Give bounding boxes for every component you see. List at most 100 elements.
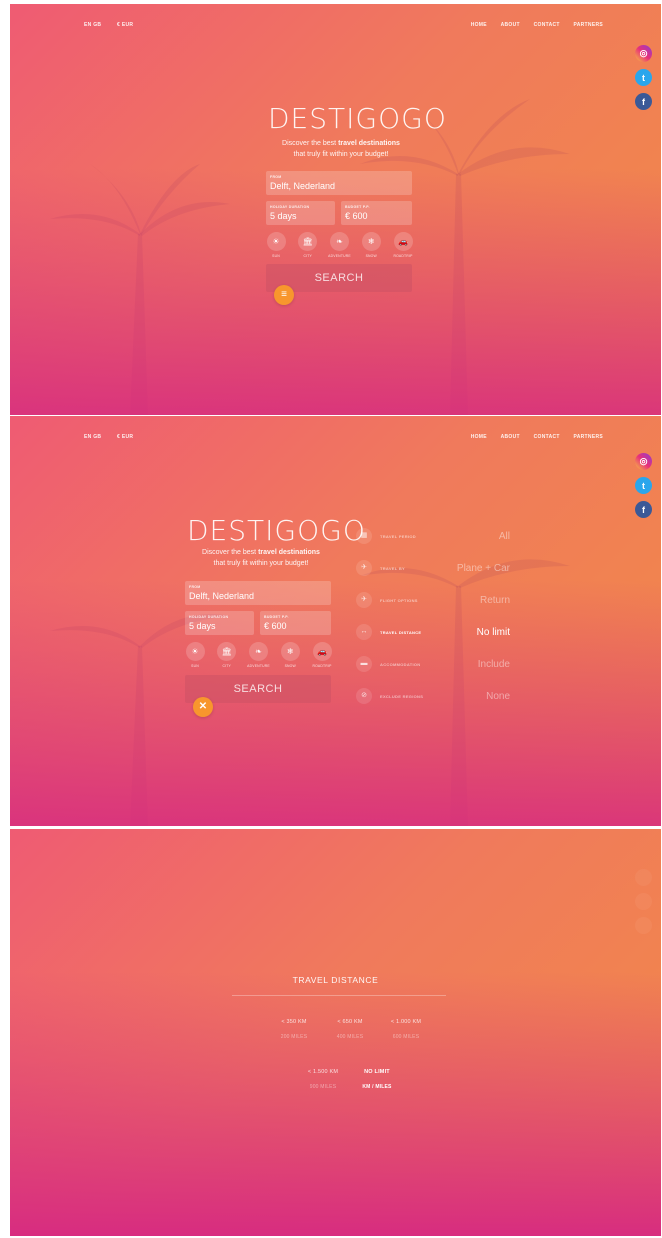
- nav-about[interactable]: ABOUT: [501, 434, 520, 440]
- plane-icon: ✈: [356, 560, 372, 576]
- category-roadtrip[interactable]: 🚗 ROADTRIP: [308, 642, 336, 668]
- distance-option[interactable]: < 350 KM 200 MILES: [264, 1019, 324, 1040]
- category-sun[interactable]: ☀ SUN: [262, 232, 290, 258]
- duration-value: 5 days: [189, 621, 216, 631]
- filter-options: ▦ TRAVEL PERIOD All ✈ TRAVEL BY Plane + …: [356, 524, 510, 716]
- option-value: No limit: [476, 627, 510, 638]
- nav-about[interactable]: ABOUT: [501, 22, 520, 28]
- category-snow[interactable]: ❄ SNOW: [276, 642, 304, 668]
- category-list: ☀ SUN 🏛 CITY ❧ ADVENTURE ❄ SNOW 🚗 ROADTRIP: [262, 232, 417, 258]
- twitter-icon[interactable]: t: [635, 477, 652, 494]
- duration-field[interactable]: HOLIDAY DURATION 5 days: [185, 611, 254, 635]
- option-value: Plane + Car: [456, 563, 510, 574]
- distance-option[interactable]: < 1.500 KM 900 MILES: [293, 1069, 353, 1090]
- category-list: ☀ SUN 🏛 CITY ❧ ADVENTURE ❄ SNOW 🚗 ROADTRIP: [181, 642, 336, 668]
- category-label: CITY: [222, 664, 232, 668]
- car-icon: 🚗: [312, 642, 332, 661]
- social-links: ◎ t f: [635, 45, 653, 117]
- distance-miles: KM / MILES: [362, 1084, 392, 1090]
- from-value: Delft, Nederland: [270, 181, 336, 191]
- distance-option[interactable]: < 650 KM 400 MILES: [320, 1019, 380, 1040]
- distance-km: < 1.000 KM: [390, 1019, 422, 1025]
- category-roadtrip[interactable]: 🚗 ROADTRIP: [389, 232, 417, 258]
- distance-km: < 650 KM: [337, 1019, 363, 1025]
- category-adventure[interactable]: ❧ ADVENTURE: [245, 642, 273, 668]
- option-travel-distance[interactable]: ↔ TRAVEL DISTANCE No limit: [356, 620, 510, 652]
- currency-selector[interactable]: € EUR: [117, 22, 133, 28]
- distance-option-selected[interactable]: NO LIMIT KM / MILES: [347, 1069, 407, 1090]
- option-accommodation[interactable]: ▬ ACCOMMODATION Include: [356, 652, 510, 684]
- tagline-line2: that truly fit within your budget!: [213, 560, 309, 567]
- tagline-bold: travel destinations: [338, 140, 400, 147]
- tagline-pre: Discover the best: [202, 549, 259, 556]
- top-bar: EN GB € EUR HOME ABOUT CONTACT PARTNERS: [84, 434, 603, 448]
- twitter-icon[interactable]: t: [635, 69, 652, 86]
- category-adventure[interactable]: ❧ ADVENTURE: [326, 232, 354, 258]
- brand-logo: DESTIGOGO: [268, 102, 447, 135]
- filters-toggle-button[interactable]: ≡: [274, 285, 294, 305]
- budget-value: € 600: [264, 621, 287, 631]
- category-label: CITY: [303, 254, 313, 258]
- distance-icon: ↔: [356, 624, 372, 640]
- instagram-icon[interactable]: [635, 869, 652, 886]
- budget-field[interactable]: BUDGET P.P. € 600: [341, 201, 412, 225]
- facebook-icon[interactable]: f: [635, 93, 652, 110]
- category-label: ADVENTURE: [247, 664, 270, 668]
- travel-distance-title: TRAVEL DISTANCE: [292, 975, 379, 985]
- option-exclude-regions[interactable]: ⊘ EXCLUDE REGIONS None: [356, 684, 510, 716]
- distance-miles: 900 MILES: [309, 1084, 337, 1090]
- bed-icon: ▬: [356, 656, 372, 672]
- language-selector[interactable]: EN GB: [84, 434, 101, 440]
- screen-filters-open: EN GB € EUR HOME ABOUT CONTACT PARTNERS …: [10, 416, 661, 826]
- language-selector[interactable]: EN GB: [84, 22, 101, 28]
- option-label: EXCLUDE REGIONS: [380, 694, 424, 699]
- category-snow[interactable]: ❄ SNOW: [357, 232, 385, 258]
- currency-selector[interactable]: € EUR: [117, 434, 133, 440]
- filters-close-button[interactable]: ✕: [193, 697, 213, 717]
- sun-icon: ☀: [185, 642, 205, 661]
- instagram-icon[interactable]: ◎: [635, 45, 652, 62]
- category-sun[interactable]: ☀ SUN: [181, 642, 209, 668]
- category-label: SUN: [191, 664, 199, 668]
- screen-collapsed: EN GB € EUR HOME ABOUT CONTACT PARTNERS …: [10, 4, 661, 415]
- nav-contact[interactable]: CONTACT: [534, 434, 560, 440]
- from-field[interactable]: FROM Delft, Nederland: [266, 171, 412, 195]
- duration-value: 5 days: [270, 211, 297, 221]
- from-value: Delft, Nederland: [189, 591, 255, 601]
- distance-miles: 200 MILES: [280, 1034, 308, 1040]
- category-label: ROADTRIP: [393, 254, 413, 258]
- distance-miles: 400 MILES: [336, 1034, 364, 1040]
- nav-home[interactable]: HOME: [471, 22, 487, 28]
- category-label: SUN: [272, 254, 280, 258]
- nav-contact[interactable]: CONTACT: [534, 22, 560, 28]
- nav-partners[interactable]: PARTNERS: [573, 22, 603, 28]
- option-travel-period[interactable]: ▦ TRAVEL PERIOD All: [356, 524, 510, 556]
- budget-field[interactable]: BUDGET P.P. € 600: [260, 611, 331, 635]
- tagline-pre: Discover the best: [282, 140, 339, 147]
- nav-partners[interactable]: PARTNERS: [573, 434, 603, 440]
- option-value: None: [486, 691, 510, 702]
- category-label: SNOW: [284, 664, 296, 668]
- tagline: Discover the best travel destinations th…: [166, 547, 356, 569]
- category-city[interactable]: 🏛 CITY: [213, 642, 241, 668]
- tagline-bold: travel destinations: [258, 549, 320, 556]
- option-value: All: [498, 531, 510, 542]
- option-flight-options[interactable]: ✈ FLIGHT OPTIONS Return: [356, 588, 510, 620]
- budget-value: € 600: [345, 211, 368, 221]
- instagram-icon[interactable]: ◎: [635, 453, 652, 470]
- nav-home[interactable]: HOME: [471, 434, 487, 440]
- distance-option[interactable]: < 1.000 KM 600 MILES: [376, 1019, 436, 1040]
- category-label: SNOW: [365, 254, 377, 258]
- facebook-icon[interactable]: [635, 917, 652, 934]
- leaf-icon: ❧: [249, 642, 268, 661]
- from-field[interactable]: FROM Delft, Nederland: [185, 581, 331, 605]
- category-city[interactable]: 🏛 CITY: [294, 232, 322, 258]
- option-travel-by[interactable]: ✈ TRAVEL BY Plane + Car: [356, 556, 510, 588]
- social-links: ◎ t f: [635, 453, 653, 525]
- duration-label: HOLIDAY DURATION: [189, 615, 229, 619]
- city-icon: 🏛: [298, 232, 318, 251]
- twitter-icon[interactable]: [635, 893, 652, 910]
- facebook-icon[interactable]: f: [635, 501, 652, 518]
- duration-field[interactable]: HOLIDAY DURATION 5 days: [266, 201, 335, 225]
- flight-icon: ✈: [356, 592, 372, 608]
